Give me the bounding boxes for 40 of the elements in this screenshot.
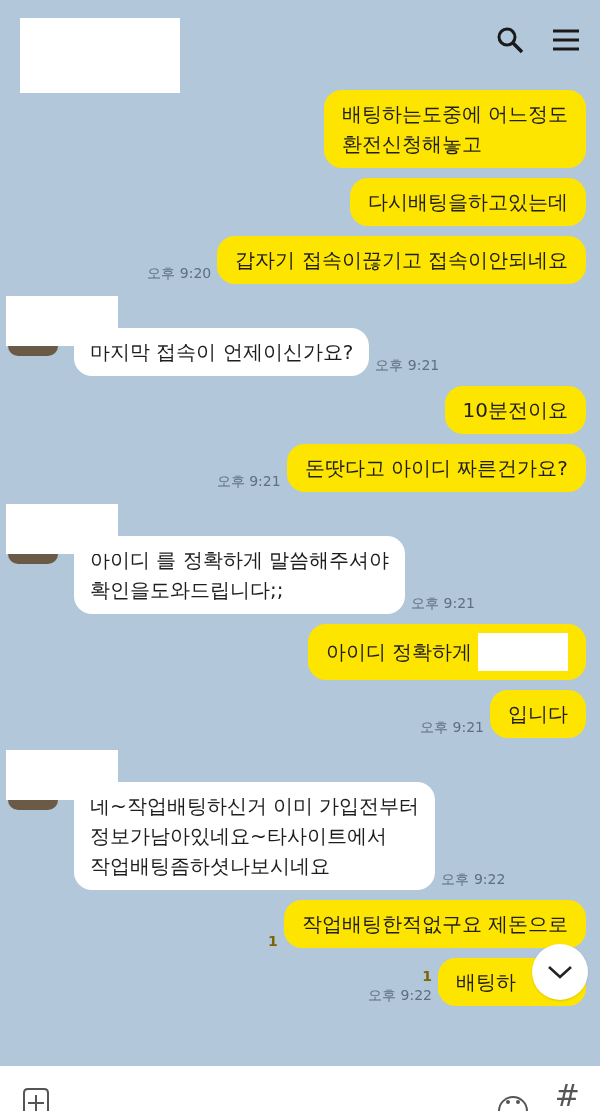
sent-message-bubble[interactable]: 돈땃다고 아이디 짜른건가요? xyxy=(286,444,586,492)
message-text: 갑자기 접속이끊기고 접속이안되네요 xyxy=(235,247,568,274)
timestamp: 오후 9:22 xyxy=(441,870,506,889)
hashtag-button[interactable]: # xyxy=(554,1081,580,1111)
message-text: 작업배팅한적없구요 제돈으로 xyxy=(301,911,568,938)
sent-message-bubble[interactable]: 작업배팅한적없구요 제돈으로 xyxy=(283,900,586,948)
avatar[interactable] xyxy=(8,554,58,564)
timestamp: 오후 9:21 xyxy=(216,472,281,491)
unread-count: 1 xyxy=(422,969,432,983)
unread-count: 1 xyxy=(267,934,278,948)
message-text: 다시배팅을하고있는데 xyxy=(368,189,568,216)
timestamp: 오후 9:21 xyxy=(420,718,484,737)
message-text: 배팅하는도중에 어느정도 환전신청해놓고 xyxy=(341,101,568,158)
sent-message-bubble[interactable]: 입니다 xyxy=(490,690,586,738)
message-text: 배팅하 xyxy=(456,969,516,996)
sent-message-bubble[interactable]: 다시배팅을하고있는데 xyxy=(350,178,586,226)
timestamp: 오후 9:21 xyxy=(375,356,440,375)
received-message-bubble[interactable]: 네~작업배팅하신거 이미 가입전부터 정보가남아있네요~타사이트에서 작업배팅좀하셧나보시네요 xyxy=(74,782,436,890)
message-text: 돈땃다고 아이디 짜른건가요? xyxy=(304,455,568,482)
add-icon[interactable] xyxy=(20,1087,52,1111)
sent-message-bubble[interactable]: 10분전이요 xyxy=(444,386,586,434)
message-text: 네~작업배팅하신거 이미 가입전부터 정보가남아있네요~타사이트에서 작업배팅좀하셧나보시네요 xyxy=(90,794,420,878)
message-text: 입니다 xyxy=(508,701,568,728)
sent-message-bubble[interactable]: 배팅하는도중에 어느정도 환전신청해놓고 xyxy=(323,90,586,168)
message-text: 아이디 정확하게 xyxy=(325,639,472,666)
timestamp: 오후 9:22 xyxy=(368,986,432,1005)
avatar[interactable] xyxy=(8,346,58,356)
search-icon[interactable] xyxy=(496,26,524,54)
avatar[interactable] xyxy=(8,800,58,810)
menu-icon[interactable] xyxy=(552,28,580,52)
message-text: 아이디 를 정확하게 말씀해주셔야 확인을도와드립니다;; xyxy=(90,548,390,602)
chevron-down-icon xyxy=(547,965,573,979)
timestamp: 오후 9:20 xyxy=(147,264,212,283)
sent-message-bubble[interactable]: 갑자기 접속이끊기고 접속이안되네요 xyxy=(217,236,586,284)
sent-message-bubble[interactable]: 아이디 정확하게 xyxy=(307,624,586,680)
timestamp: 오후 9:21 xyxy=(411,594,475,613)
received-message-bubble[interactable]: 마지막 접속이 언제이신가요? xyxy=(74,328,370,376)
message-text: 마지막 접속이 언제이신가요? xyxy=(90,340,354,364)
received-message-bubble[interactable]: 아이디 를 정확하게 말씀해주셔야 확인을도와드립니다;; xyxy=(74,536,406,614)
message-text: 10분전이요 xyxy=(462,397,568,424)
